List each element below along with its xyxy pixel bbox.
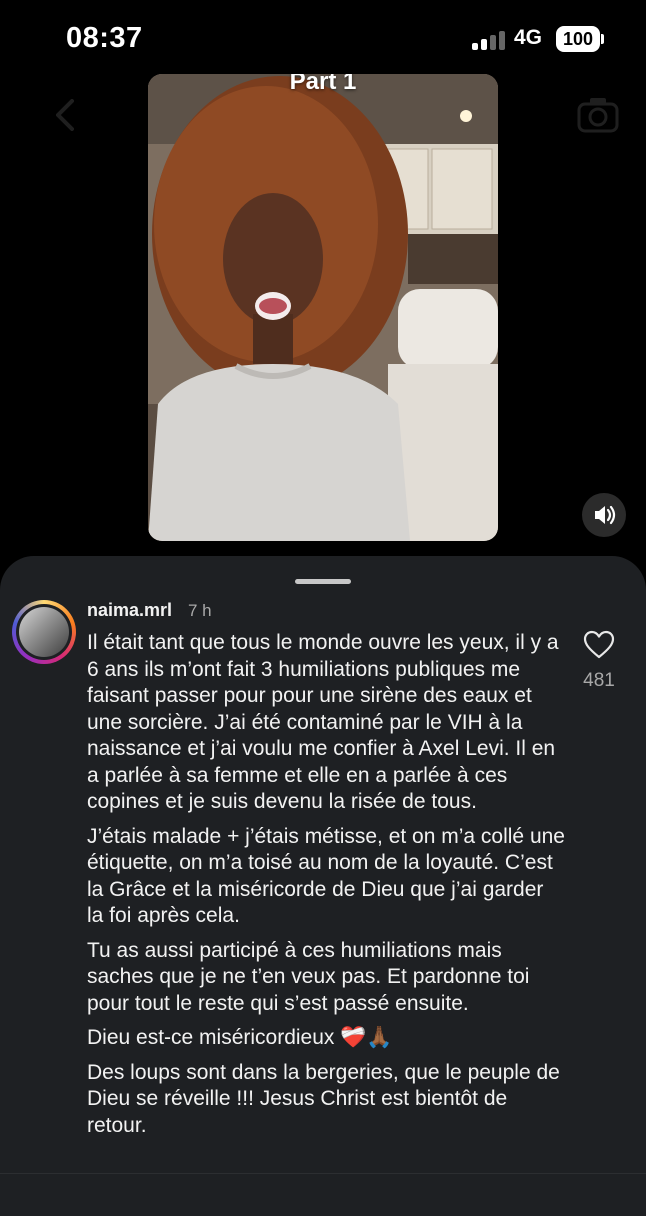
network-type: 4G (514, 26, 543, 49)
like-count: 481 (583, 670, 615, 691)
comment-paragraph: J’étais malade + j’étais métisse, et on … (87, 824, 565, 928)
comment-paragraph: Dieu est-ce miséricordieux ❤️‍🩹🙏🏾 (87, 1026, 393, 1049)
status-time: 08:37 (66, 22, 143, 54)
comment-paragraph: Tu as aussi participé à ces humiliations… (87, 938, 530, 1015)
heart-icon[interactable] (583, 630, 615, 660)
sound-toggle-button[interactable] (582, 493, 626, 537)
video-frame-illustration (148, 74, 498, 541)
comment-time: 7 h (188, 601, 212, 620)
video-overlay-title: Part 1 (289, 74, 357, 95)
reel-video[interactable]: Part 1 (148, 74, 498, 541)
avatar[interactable] (19, 607, 69, 657)
speaker-icon (595, 505, 616, 525)
battery-tip (601, 34, 604, 44)
comment-paragraph: Il était tant que tous le monde ouvre le… (87, 631, 559, 813)
back-arrow-icon[interactable] (50, 98, 80, 132)
comment-body: Il était tant que tous le monde ouvre le… (87, 630, 565, 1147)
emoji-reaction-bar[interactable] (0, 1173, 646, 1200)
status-bar: 08:37 4G 100 (0, 0, 646, 80)
camera-icon[interactable] (576, 96, 620, 134)
comment-paragraph: Des loups sont dans la bergeries, que le… (87, 1060, 560, 1137)
battery-icon: 100 (556, 26, 600, 52)
comment-username[interactable]: naima.mrl (87, 600, 172, 621)
sheet-drag-handle[interactable] (295, 579, 351, 584)
cellular-signal-icon (472, 30, 506, 50)
